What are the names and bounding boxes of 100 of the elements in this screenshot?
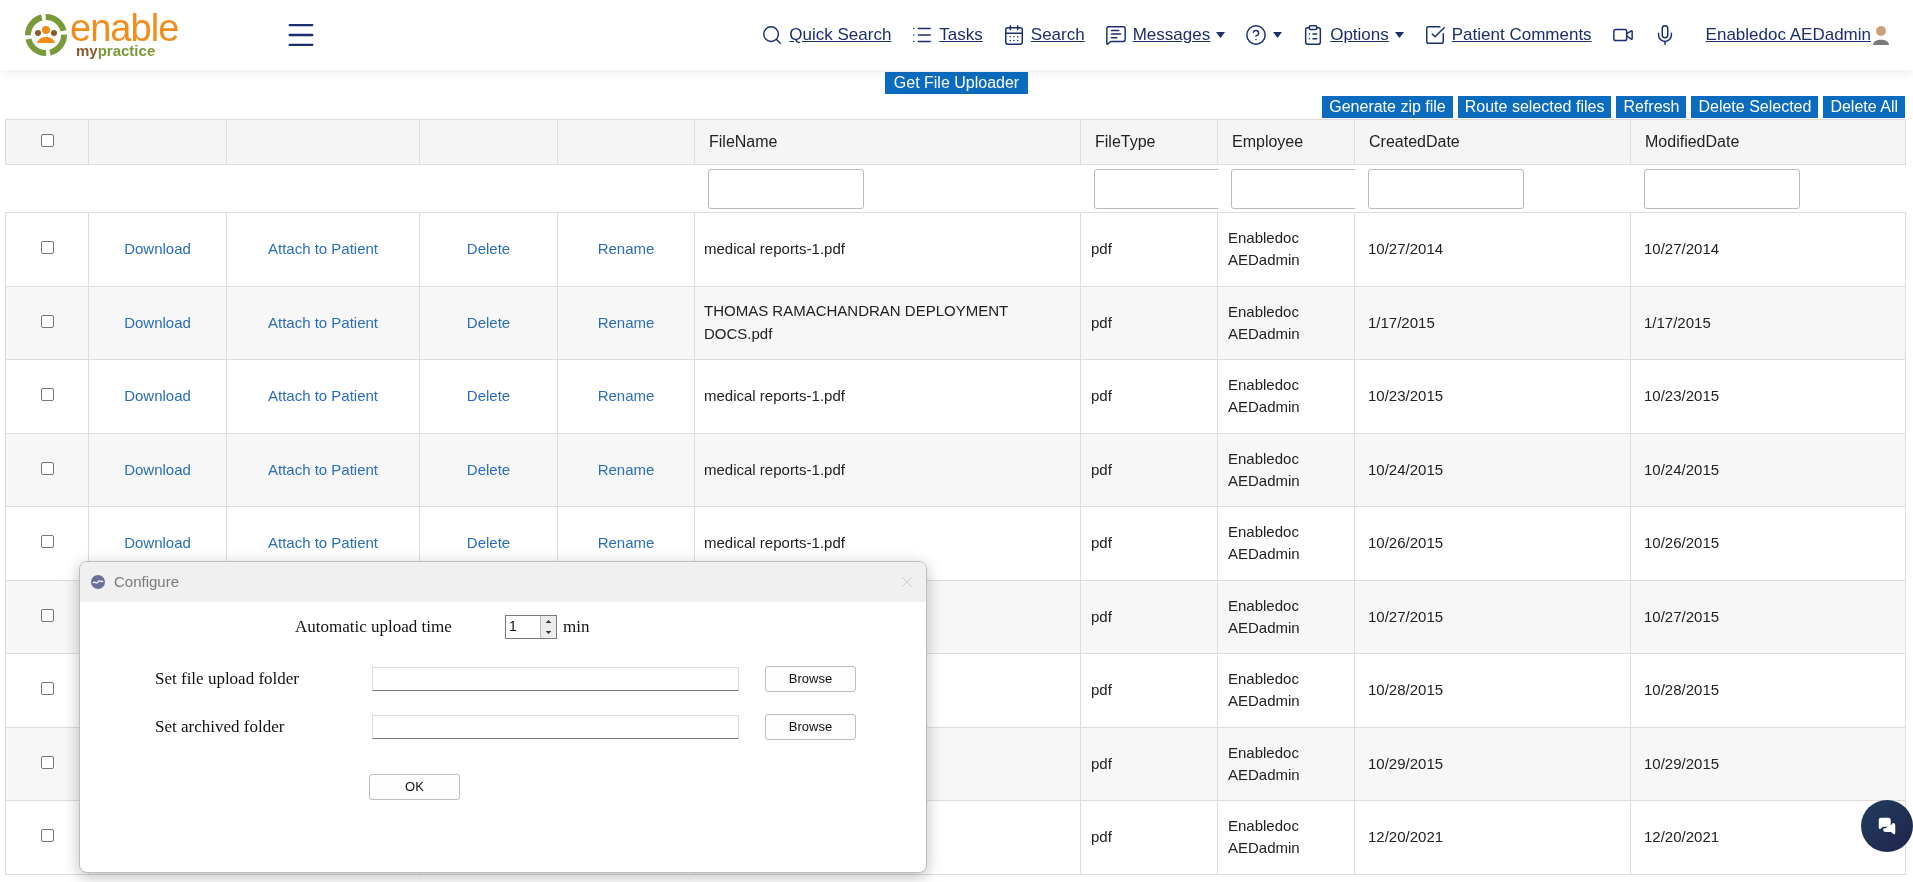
modified-date-text: 10/29/2015 xyxy=(1644,754,1720,772)
checkbox[interactable] xyxy=(40,241,54,255)
help-icon[interactable] xyxy=(1245,24,1268,46)
modified-date-text: 10/28/2015 xyxy=(1644,681,1720,698)
filetype-text: pdf xyxy=(1091,754,1112,772)
delete-link[interactable]: Delete xyxy=(466,313,511,331)
column-header[interactable]: ModifiedDate xyxy=(1645,133,1740,150)
avatar-icon[interactable] xyxy=(1873,25,1889,45)
download-link[interactable]: Download xyxy=(124,313,191,331)
delete-link[interactable]: Delete xyxy=(466,534,511,552)
filetype-text: pdf xyxy=(1091,387,1112,404)
modified-date-text: 10/27/2015 xyxy=(1644,607,1720,625)
toolbar-button[interactable]: Delete Selected xyxy=(1691,96,1819,118)
logo-wordmark: enable xyxy=(70,12,179,43)
employee-text: Enabledoc AEDadmin xyxy=(1228,596,1300,636)
browse-button[interactable]: Browse xyxy=(765,665,856,692)
nav-link[interactable]: Messages xyxy=(1132,22,1211,48)
created-date-text: 1/17/2015 xyxy=(1368,313,1435,331)
toolbar-button[interactable]: Delete All xyxy=(1823,96,1905,118)
checkbox[interactable] xyxy=(40,608,54,622)
column-header[interactable]: Employee xyxy=(1232,133,1304,150)
employee-text: Enabledoc AEDadmin xyxy=(1228,817,1300,857)
modified-date-text: 10/24/2015 xyxy=(1644,460,1720,478)
app-icon xyxy=(90,574,106,590)
checkbox[interactable] xyxy=(40,314,54,328)
delete-link[interactable]: Delete xyxy=(466,387,511,405)
filetype-text: pdf xyxy=(1091,534,1112,551)
created-date-text: 10/23/2015 xyxy=(1368,387,1444,404)
folder-label: Set file upload folder xyxy=(155,667,300,690)
filter-field[interactable] xyxy=(1230,168,1355,209)
rename-link[interactable]: Rename xyxy=(597,534,655,552)
created-date-text: 10/28/2015 xyxy=(1368,681,1444,698)
modified-date-text: 10/23/2015 xyxy=(1644,387,1720,404)
filter-field[interactable] xyxy=(1367,168,1524,209)
caret-icon[interactable] xyxy=(1216,32,1226,38)
created-date-text: 10/24/2015 xyxy=(1368,460,1444,478)
nav-link[interactable]: Options xyxy=(1330,22,1389,48)
column-header[interactable]: FileName xyxy=(709,133,778,150)
user-link[interactable]: Enabledoc AEDadmin xyxy=(1705,22,1871,48)
attach-to-patient-link[interactable]: Attach to Patient xyxy=(267,534,379,552)
filename-text: medical reports-1.pdf xyxy=(704,240,845,257)
checklist-icon[interactable] xyxy=(1423,24,1446,46)
nav-link[interactable]: Search xyxy=(1030,22,1085,48)
filter-field[interactable] xyxy=(1093,168,1218,209)
filetype-text: pdf xyxy=(1091,240,1112,257)
spin-down-icon[interactable] xyxy=(541,626,556,638)
toolbar-button[interactable]: Generate zip file xyxy=(1322,96,1453,118)
checkbox[interactable] xyxy=(40,829,54,843)
download-link[interactable]: Download xyxy=(124,387,191,405)
rename-link[interactable]: Rename xyxy=(597,387,655,405)
filetype-text: pdf xyxy=(1091,681,1112,698)
logo-tagline: mypractice xyxy=(75,42,157,58)
get-file-uploader-button[interactable]: Get File Uploader xyxy=(884,72,1029,94)
nav-link[interactable]: Patient Comments xyxy=(1451,22,1592,48)
filter-field[interactable] xyxy=(1643,168,1800,209)
attach-to-patient-link[interactable]: Attach to Patient xyxy=(267,460,379,478)
folder-label: Set archived folder xyxy=(155,715,286,738)
delete-link[interactable]: Delete xyxy=(466,460,511,478)
nav-link[interactable]: Quick Search xyxy=(789,22,892,48)
filetype-text: pdf xyxy=(1091,607,1112,625)
checkbox[interactable] xyxy=(40,535,54,549)
caret-icon[interactable] xyxy=(1273,32,1283,38)
nav-link[interactable]: Tasks xyxy=(939,22,983,48)
delete-link[interactable]: Delete xyxy=(466,240,511,258)
search-icon[interactable] xyxy=(761,24,784,46)
download-link[interactable]: Download xyxy=(124,460,191,478)
modified-date-text: 10/26/2015 xyxy=(1644,534,1720,551)
filename-text: medical reports-1.pdf xyxy=(704,534,845,551)
upload-time-spinner[interactable]: 1 xyxy=(505,614,557,639)
caret-icon[interactable] xyxy=(1394,32,1404,38)
message-icon[interactable] xyxy=(1104,24,1127,46)
employee-text: Enabledoc AEDadmin xyxy=(1228,302,1300,342)
employee-text: Enabledoc AEDadmin xyxy=(1228,376,1300,416)
modified-date-text: 1/17/2015 xyxy=(1644,313,1711,331)
chat-icon xyxy=(1878,817,1896,835)
spin-up-icon[interactable] xyxy=(541,615,556,627)
rename-link[interactable]: Rename xyxy=(597,240,655,258)
ok-button[interactable]: OK xyxy=(369,773,460,800)
rename-link[interactable]: Rename xyxy=(597,313,655,331)
toolbar-button[interactable]: Route selected files xyxy=(1457,96,1612,118)
attach-to-patient-link[interactable]: Attach to Patient xyxy=(267,387,379,405)
column-header[interactable]: FileType xyxy=(1095,133,1156,150)
calendar-icon[interactable] xyxy=(1002,24,1025,46)
download-link[interactable]: Download xyxy=(124,534,191,552)
filter-field[interactable] xyxy=(707,168,864,209)
checkbox[interactable] xyxy=(40,388,54,402)
folder-path-field[interactable] xyxy=(372,714,739,739)
download-link[interactable]: Download xyxy=(124,240,191,258)
toolbar-button[interactable]: Refresh xyxy=(1616,96,1687,118)
attach-to-patient-link[interactable]: Attach to Patient xyxy=(267,313,379,331)
folder-path-field[interactable] xyxy=(372,666,739,691)
checkbox[interactable] xyxy=(40,755,54,769)
column-header[interactable]: CreatedDate xyxy=(1369,133,1460,150)
checkbox[interactable] xyxy=(40,682,54,696)
rename-link[interactable]: Rename xyxy=(597,460,655,478)
checkbox[interactable] xyxy=(40,461,54,475)
browse-button[interactable]: Browse xyxy=(765,713,856,740)
dialog-title: Configure xyxy=(114,571,180,592)
attach-to-patient-link[interactable]: Attach to Patient xyxy=(267,240,379,258)
checkbox[interactable] xyxy=(40,134,54,147)
